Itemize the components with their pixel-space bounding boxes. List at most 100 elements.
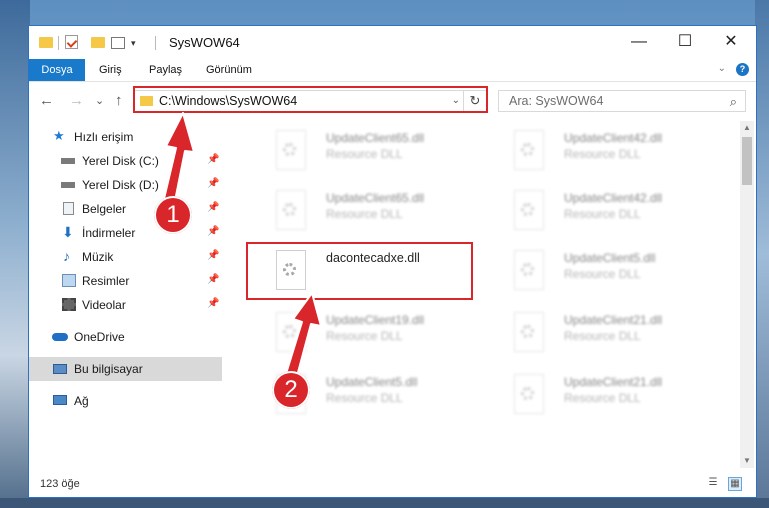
new-folder-icon[interactable] — [91, 37, 105, 48]
sidebar-item-videos[interactable]: Videolar 📌 — [29, 293, 222, 317]
list-item[interactable]: UpdateClient19.dll Resource DLL — [250, 307, 470, 359]
star-icon: ★ — [53, 128, 65, 143]
tab-home[interactable]: Giriş — [99, 59, 122, 81]
item-count: 123 öğe — [40, 478, 80, 490]
sidebar-item-this-pc[interactable]: Bu bilgisayar — [29, 357, 222, 381]
details-view-icon[interactable]: ☰ — [706, 477, 720, 491]
scroll-up-icon[interactable]: ▲ — [740, 121, 754, 135]
sidebar-item-label: Yerel Disk (C:) — [82, 154, 159, 168]
divider — [155, 36, 156, 50]
downloads-icon: ⬇ — [62, 224, 74, 240]
pin-icon[interactable]: 📌 — [207, 298, 219, 309]
file-name: UpdateClient42.dll — [564, 191, 663, 205]
dll-file-icon — [276, 190, 306, 230]
sidebar-item-label: İndirmeler — [82, 226, 136, 240]
pictures-icon — [62, 274, 76, 287]
tab-view[interactable]: Görünüm — [206, 59, 252, 81]
pin-icon[interactable]: 📌 — [207, 202, 219, 213]
sidebar-item-downloads[interactable]: ⬇ İndirmeler 📌 — [29, 221, 222, 245]
help-icon[interactable]: ? — [736, 63, 749, 76]
dll-file-icon — [276, 130, 306, 170]
file-name: UpdateClient65.dll — [326, 191, 425, 205]
dll-file-icon — [276, 312, 306, 352]
sidebar-item-music[interactable]: ♪ Müzik 📌 — [29, 245, 222, 269]
sidebar-item-network[interactable]: Ağ — [29, 389, 222, 413]
sidebar-item-documents[interactable]: Belgeler 📌 — [29, 197, 222, 221]
file-description: Resource DLL — [326, 207, 403, 221]
pin-icon[interactable]: 📌 — [207, 250, 219, 261]
taskbar-strip — [0, 498, 769, 508]
pin-icon[interactable]: 📌 — [207, 154, 219, 165]
folder-icon — [39, 37, 53, 48]
search-icon: ⌕ — [729, 94, 737, 109]
file-name: UpdateClient19.dll — [326, 313, 425, 327]
scroll-down-icon[interactable]: ▼ — [740, 454, 754, 468]
sidebar-item-label: Hızlı erişim — [74, 130, 134, 144]
cloud-icon — [52, 333, 68, 341]
sidebar-item-pictures[interactable]: Resimler 📌 — [29, 269, 222, 293]
customize-toolbar-icon[interactable] — [111, 37, 125, 49]
maximize-button[interactable]: ☐ — [662, 26, 708, 58]
scrollbar-thumb[interactable] — [742, 137, 752, 185]
sidebar-item-drive-c[interactable]: Yerel Disk (C:) 📌 — [29, 149, 222, 173]
properties-check-icon[interactable] — [65, 35, 78, 49]
desktop-background-right — [755, 0, 769, 508]
minimize-button[interactable]: — — [616, 26, 662, 58]
list-item[interactable]: UpdateClient42.dll Resource DLL — [488, 125, 708, 177]
up-arrow-icon[interactable]: ↑ — [115, 92, 123, 109]
step-badge-1: 1 — [154, 196, 192, 234]
list-item[interactable]: UpdateClient65.dll Resource DLL — [250, 185, 470, 237]
sidebar-item-onedrive[interactable]: OneDrive — [29, 325, 222, 349]
navigation-pane: ★ Hızlı erişim Yerel Disk (C:) 📌 Yerel D… — [29, 121, 222, 466]
divider — [58, 36, 59, 50]
sidebar-item-label: Resimler — [82, 274, 130, 288]
list-item[interactable]: UpdateClient21.dll Resource DLL — [488, 369, 708, 421]
search-input[interactable]: Ara: SysWOW64 — [509, 94, 603, 108]
dll-file-icon — [514, 130, 544, 170]
address-bar-highlight — [133, 86, 488, 113]
drive-icon — [61, 182, 75, 188]
dll-file-icon — [514, 312, 544, 352]
tab-file[interactable]: Dosya — [29, 59, 85, 81]
sidebar-item-label: Bu bilgisayar — [74, 362, 143, 376]
list-item[interactable]: UpdateClient65.dll Resource DLL — [250, 125, 470, 177]
file-name: UpdateClient21.dll — [564, 313, 663, 327]
recent-locations-icon[interactable]: ⌄ — [95, 94, 104, 107]
file-description: Resource DLL — [564, 391, 641, 405]
file-description: Resource DLL — [326, 329, 403, 343]
file-name: UpdateClient65.dll — [326, 131, 425, 145]
list-item[interactable]: UpdateClient21.dll Resource DLL — [488, 307, 708, 359]
large-icons-view-icon[interactable]: ▦ — [728, 477, 742, 491]
videos-icon — [62, 298, 76, 311]
file-name: UpdateClient5.dll — [326, 375, 418, 389]
expand-ribbon-icon[interactable]: ⌄ — [718, 63, 726, 74]
sidebar-item-label: Yerel Disk (D:) — [82, 178, 159, 192]
forward-arrow-icon[interactable]: → — [69, 92, 84, 109]
pin-icon[interactable]: 📌 — [207, 274, 219, 285]
pin-icon[interactable]: 📌 — [207, 226, 219, 237]
sidebar-item-label: OneDrive — [74, 330, 125, 344]
list-item[interactable]: UpdateClient5.dll Resource DLL — [488, 245, 708, 297]
quick-access-dropdown-icon[interactable]: ▾ — [131, 38, 136, 54]
close-button[interactable]: ✕ — [708, 26, 754, 58]
file-highlight — [246, 242, 473, 300]
search-box[interactable]: Ara: SysWOW64 ⌕ — [498, 90, 746, 112]
file-description: Resource DLL — [564, 207, 641, 221]
sidebar-item-label: Müzik — [82, 250, 114, 264]
music-icon: ♪ — [63, 248, 70, 264]
network-icon — [53, 395, 67, 405]
step-badge-2: 2 — [272, 371, 310, 409]
sidebar-item-label: Videolar — [82, 298, 126, 312]
sidebar-item-quick-access[interactable]: ★ Hızlı erişim — [29, 125, 222, 149]
back-arrow-icon[interactable]: ← — [39, 92, 54, 109]
dll-file-icon — [514, 250, 544, 290]
tab-share[interactable]: Paylaş — [149, 59, 182, 81]
dll-file-icon — [514, 374, 544, 414]
file-description: Resource DLL — [564, 147, 641, 161]
vertical-scrollbar[interactable]: ▲ ▼ — [740, 121, 754, 468]
sidebar-item-drive-d[interactable]: Yerel Disk (D:) 📌 — [29, 173, 222, 197]
pin-icon[interactable]: 📌 — [207, 178, 219, 189]
file-description: Resource DLL — [326, 147, 403, 161]
list-item[interactable]: UpdateClient42.dll Resource DLL — [488, 185, 708, 237]
file-description: Resource DLL — [564, 329, 641, 343]
